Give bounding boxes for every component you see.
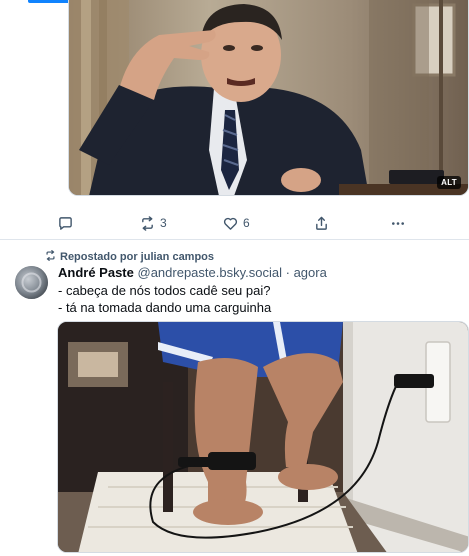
heart-icon [223, 216, 238, 231]
author-handle[interactable]: @andrepaste.bsky.social [138, 265, 282, 280]
photo-ankle-monitor-charging [58, 322, 468, 552]
more-options-button[interactable] [390, 216, 406, 231]
post-card[interactable]: Repostado por julian campos André Paste … [0, 241, 469, 556]
post-image[interactable]: ALT [68, 0, 469, 196]
post-text-line: - tá na tomada dando uma carguinha [58, 300, 272, 315]
repost-indicator[interactable]: Repostado por julian campos [45, 250, 214, 264]
share-button[interactable] [314, 216, 329, 231]
reply-icon [58, 216, 73, 231]
author-name[interactable]: André Paste [58, 265, 134, 280]
post-card[interactable]: ALT 3 6 [0, 0, 469, 240]
separator: · [285, 265, 290, 280]
alt-text-badge[interactable]: ALT [437, 176, 461, 189]
post-header: André Paste @andrepaste.bsky.social · ag… [58, 265, 327, 280]
repost-label: Repostado por julian campos [60, 251, 215, 263]
post-actions: 3 6 [58, 212, 418, 234]
reply-button[interactable] [58, 216, 78, 231]
like-count: 6 [243, 216, 250, 230]
like-button[interactable]: 6 [223, 216, 250, 231]
avatar[interactable] [15, 266, 48, 299]
repost-count: 3 [160, 216, 167, 230]
post-text-line: - cabeça de nós todos cadê seu pai? [58, 283, 271, 298]
post-image[interactable] [57, 321, 469, 553]
post-timestamp[interactable]: agora [294, 265, 327, 280]
repost-icon [45, 250, 56, 264]
repost-button[interactable]: 3 [140, 215, 167, 231]
share-icon [314, 216, 329, 231]
more-icon [390, 216, 406, 231]
repost-icon [140, 215, 155, 231]
photo-man-in-suit [69, 0, 468, 195]
